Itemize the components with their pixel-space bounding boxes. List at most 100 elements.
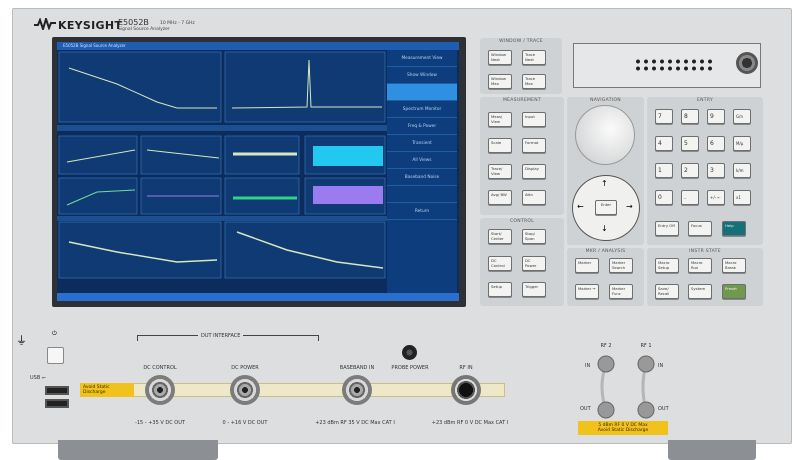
power-transient-plot: [140, 135, 222, 175]
entry-key[interactable]: 6: [707, 136, 725, 151]
rotary-knob[interactable]: [575, 105, 635, 165]
macro-break-key[interactable]: Macro Break: [722, 258, 746, 273]
usb-port-1[interactable]: [45, 386, 69, 395]
control-panel: CONTROL Start/ Center Stop/ Span DC Cont…: [480, 218, 564, 306]
dc-control-key[interactable]: DC Control: [488, 256, 512, 271]
input-key[interactable]: Input: [522, 112, 546, 127]
keysight-logo-icon: [34, 18, 56, 30]
attn-key[interactable]: Attn: [522, 190, 546, 205]
trace-max-key[interactable]: Trace Max: [522, 74, 546, 89]
entry-key[interactable]: 0: [655, 190, 673, 205]
softkey-show-window[interactable]: Show Window: [387, 67, 457, 84]
vent-holes: [634, 58, 714, 72]
stop-span-key[interactable]: Stop/ Span: [522, 229, 546, 244]
macro-run-key[interactable]: Macro Run: [688, 258, 712, 273]
focus-key[interactable]: Focus: [688, 221, 712, 236]
softkey-selected[interactable]: [387, 84, 457, 101]
taskbar: [57, 293, 459, 301]
narrowband-freq-trace: [313, 146, 383, 166]
display-key[interactable]: Display: [522, 164, 546, 179]
entry-key[interactable]: .: [681, 190, 699, 205]
entry-key[interactable]: 2: [681, 163, 699, 178]
entry-key[interactable]: k/m: [733, 163, 751, 178]
softkey-spectrum-monitor[interactable]: Spectrum Monitor: [387, 101, 457, 118]
arrow-down-icon[interactable]: ↓: [601, 224, 608, 233]
entry-key[interactable]: 4: [655, 136, 673, 151]
marker-to-key[interactable]: Marker →: [575, 284, 599, 299]
entry-key[interactable]: 1: [655, 163, 673, 178]
arrow-up-icon[interactable]: ↑: [601, 179, 608, 188]
rf1-label: RF 1: [640, 343, 652, 349]
baseband-in-connector[interactable]: [342, 375, 372, 405]
entry-title: ENTRY: [696, 98, 714, 103]
arrow-left-icon[interactable]: ←: [577, 202, 584, 211]
window-next-key[interactable]: Window Next: [488, 50, 512, 65]
screen-title-bar: E5052B Signal Source Analyzer: [57, 42, 459, 50]
window-max-key[interactable]: Window Max: [488, 74, 512, 89]
enter-key[interactable]: Enter: [595, 200, 617, 215]
format-key[interactable]: Format: [522, 138, 546, 153]
entry-key[interactable]: 7: [655, 109, 673, 124]
trace-view-key[interactable]: Trace/ View: [488, 164, 512, 179]
probe-power-connector[interactable]: [402, 345, 417, 360]
entry-key[interactable]: 5: [681, 136, 699, 151]
scale-key[interactable]: Scale: [488, 138, 512, 153]
baseband-noise-plot: [224, 221, 386, 279]
baseband-in-label: BASEBAND IN: [339, 365, 375, 371]
softkey-freq-power[interactable]: Freq & Power: [387, 118, 457, 135]
entry-key[interactable]: 8: [681, 109, 699, 124]
rf2-in-port: [597, 355, 615, 373]
dut-interface-label: DUT INTERFACE: [198, 333, 244, 339]
marker-search-key[interactable]: Marker Search: [609, 258, 633, 273]
model-description: Signal Source Analyzer: [118, 27, 170, 32]
macro-setup-key[interactable]: Macro Setup: [655, 258, 679, 273]
preset-key[interactable]: Preset: [722, 284, 746, 299]
avg-bw-key[interactable]: Avg/ BW: [488, 190, 512, 205]
meas-view-key[interactable]: Meas/ View: [488, 112, 512, 127]
window-trace-title: WINDOW / TRACE: [499, 39, 543, 44]
dc-control-connector[interactable]: [145, 375, 175, 405]
softkey-measurement-view[interactable]: Measurement View: [387, 50, 457, 67]
setup-key[interactable]: Setup: [488, 282, 512, 297]
start-center-key[interactable]: Start/ Center: [488, 229, 512, 244]
connector-strip: [80, 383, 505, 397]
dc-control-label: DC CONTROL: [143, 365, 177, 371]
softkey-transient[interactable]: Transient: [387, 135, 457, 152]
entry-off-key[interactable]: Entry Off: [655, 221, 679, 236]
rf2-out-port: [597, 401, 615, 419]
power-button[interactable]: [47, 347, 64, 364]
system-key[interactable]: System: [688, 284, 712, 299]
navigation-title: NAVIGATION: [590, 98, 621, 103]
entry-key[interactable]: 9: [707, 109, 725, 124]
marker-key[interactable]: Marker: [575, 258, 599, 273]
control-title: CONTROL: [509, 219, 535, 224]
baseband-in-rating: +23 dBm RF 35 V DC Max CAT I: [315, 420, 395, 426]
arrow-pad: ↑ ← → ↓ Enter: [572, 175, 640, 241]
rf-in-connector[interactable]: [451, 375, 481, 405]
softkey-blank[interactable]: [387, 186, 457, 203]
lock-knob-icon[interactable]: [736, 52, 758, 74]
save-recall-key[interactable]: Save/ Recall: [655, 284, 679, 299]
entry-key[interactable]: 3: [707, 163, 725, 178]
navigation-panel: NAVIGATION ↑ ← → ↓ Enter: [567, 97, 644, 245]
trace-next-key[interactable]: Trace Next: [522, 50, 546, 65]
trigger-key[interactable]: Trigger: [522, 282, 546, 297]
marker-func-key[interactable]: Marker Func: [609, 284, 633, 299]
entry-key[interactable]: x1: [733, 190, 751, 205]
entry-key[interactable]: G/n: [733, 109, 751, 124]
dc-power-key[interactable]: DC Power: [522, 256, 546, 271]
entry-key[interactable]: +/- ←: [707, 190, 725, 205]
dc-power-connector[interactable]: [230, 375, 260, 405]
rf1-in-port: [637, 355, 655, 373]
softkey-return[interactable]: Return: [387, 203, 457, 220]
measurement-panel: MEASUREMENT Meas/ View Input Scale Forma…: [480, 97, 564, 215]
display-screen[interactable]: E5052B Signal Source Analyzer Measuremen…: [57, 42, 459, 301]
help-key[interactable]: Help: [722, 221, 746, 236]
rf-warning-label: 5 dBm RF 0 V DC Max Avoid Static Dischar…: [578, 421, 668, 435]
softkey-all-views[interactable]: All Views: [387, 152, 457, 169]
softkey-menu: Measurement View Show Window Spectrum Mo…: [387, 50, 457, 293]
arrow-right-icon[interactable]: →: [626, 202, 633, 211]
softkey-baseband-noise[interactable]: Baseband Noise: [387, 169, 457, 186]
entry-key[interactable]: M/μ: [733, 136, 751, 151]
usb-port-2[interactable]: [45, 399, 69, 408]
